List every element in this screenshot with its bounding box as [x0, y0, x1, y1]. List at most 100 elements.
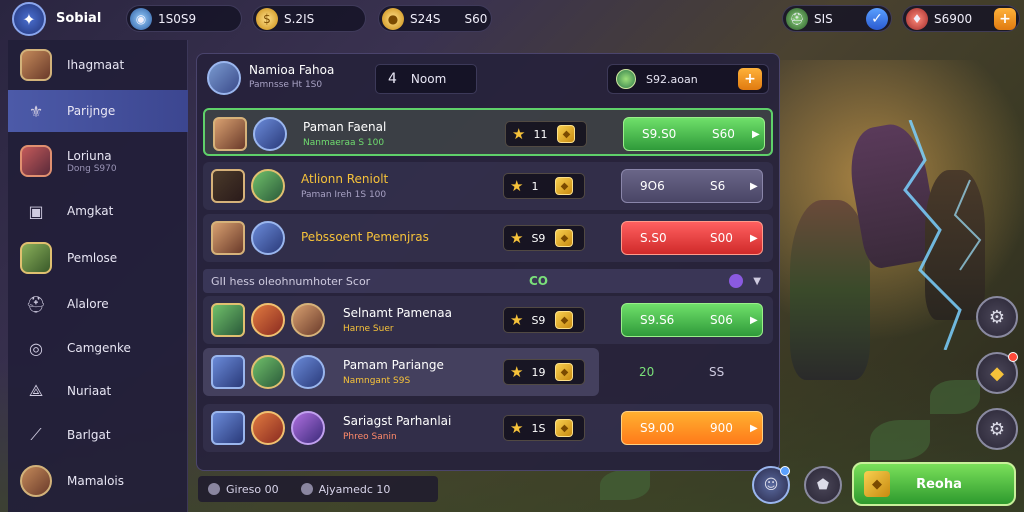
arrow-right-icon: ▶ [752, 128, 760, 140]
star-count: 1 [531, 179, 539, 193]
sidebar-item-mamalois[interactable]: Mamalois [8, 460, 188, 502]
main-panel: Namioa Fahoa Pamnsse Ht 1S0 4 Noom S92.a… [196, 53, 780, 471]
ruby-counter[interactable]: ♦ S6900 + [902, 5, 1020, 32]
ruby-icon: ♦ [906, 7, 928, 30]
buy-button[interactable]: S9.S0 S60 ▶ [623, 117, 765, 151]
sidebar-item-parijnge[interactable]: ⚜ Parijnge [8, 90, 188, 132]
section-count: CO [529, 274, 549, 288]
profile-button[interactable]: ☺ [752, 466, 790, 504]
hero-portrait-icon: ☺ [763, 477, 779, 493]
add-gem-button[interactable]: + [738, 68, 762, 90]
sidebar-item-loriuna[interactable]: Loriuna Dong S970 [8, 140, 188, 182]
shield-button[interactable]: ⬟ [804, 466, 842, 504]
chest-icon: ▣ [28, 201, 44, 221]
buy-button[interactable]: 9O6 S6 ▶ [621, 169, 763, 203]
hero-group [211, 411, 325, 445]
panel-title: Namioa Fahoa [249, 63, 335, 77]
team-row[interactable]: Pebssoent Pemenjras ★ S9 ◆ S.S0 S00 ▶ [203, 214, 773, 262]
row-subtitle: Phreo Sanin [343, 432, 397, 442]
sidebar-item-label: Alalore [67, 297, 109, 311]
gold-badge-icon: ◆ [555, 311, 574, 329]
helmet-counter[interactable]: ⛑ SIS ✓ [782, 5, 892, 32]
add-helmet-button[interactable]: ✓ [866, 8, 888, 30]
sidebar-item-amgkat[interactable]: ▣ Amgkat [8, 190, 188, 232]
price-primary: 20 [639, 365, 655, 379]
team-row[interactable]: Pamam Pariange Namngant S9S ★ 19 ◆ [203, 348, 599, 396]
row-subtitle: Nanmaeraa S 100 [303, 138, 385, 148]
gold-badge-icon: ◆ [555, 363, 574, 381]
star-icon: ★ [510, 177, 524, 195]
swirl-icon: ◎ [29, 338, 43, 358]
rewards-button[interactable]: ◆ [976, 352, 1018, 394]
star-icon: ★ [510, 419, 524, 437]
arrow-right-icon: ▶ [750, 232, 758, 244]
sidebar-item-label: Pemlose [67, 251, 118, 265]
hero-portrait-icon [211, 221, 245, 255]
price-primary: S9.S0 [642, 127, 677, 141]
hero-group [211, 221, 285, 255]
sidebar-item-label: Nuriaat [67, 384, 112, 398]
game-logo-icon[interactable]: ✦ [12, 2, 46, 36]
buy-button[interactable]: S.S0 S00 ▶ [621, 221, 763, 255]
gold-counter[interactable]: ● S24S S60 [378, 5, 492, 32]
row-title: Atlionn Reniolt [301, 172, 389, 186]
price-primary: 9O6 [640, 179, 665, 193]
hero-group [211, 303, 325, 337]
section-title: GII hess oleohnumhoter Scor [211, 274, 371, 288]
notification-badge [780, 466, 790, 476]
sidebar-item-label: Loriuna [67, 148, 112, 163]
price-primary: S9.S6 [640, 313, 675, 327]
energy-icon: ◉ [130, 7, 152, 30]
row-subtitle: Harne Suer [343, 324, 394, 334]
sidebar-item-ihagmaat[interactable]: Ihagmaat [8, 44, 188, 86]
add-ruby-button[interactable]: + [994, 8, 1016, 30]
sidebar-item-nuriaat[interactable]: ⟁ Nuriaat [8, 370, 188, 412]
leaf-decoration [600, 470, 650, 500]
room-selector[interactable]: 4 Noom [375, 64, 477, 94]
sidebar-item-alalore[interactable]: ⛑ Alalore [8, 283, 188, 325]
swirl-icon [729, 274, 743, 288]
gold-icon: ● [382, 7, 404, 30]
coin-counter[interactable]: $ S.2IS [252, 5, 366, 32]
start-button[interactable]: ◆ Reoha [852, 462, 1016, 506]
ruby-value: S6900 [934, 11, 973, 26]
price-secondary: 900 [710, 421, 733, 435]
chevron-down-icon[interactable]: ▼ [753, 276, 761, 287]
hero-portrait-icon [211, 169, 245, 203]
notification-badge [1008, 352, 1018, 362]
player-avatar[interactable] [207, 61, 241, 95]
section-header[interactable]: GII hess oleohnumhoter Scor CO ▼ [203, 269, 773, 293]
options-button[interactable]: ⚙ [976, 408, 1018, 450]
hero-portrait-icon [211, 355, 245, 389]
star-rating: ★ 19 ◆ [503, 359, 585, 385]
start-button-label: Reoha [916, 476, 962, 492]
team-row[interactable]: Atlionn Reniolt Paman Ireh 1S 100 ★ 1 ◆ … [203, 162, 773, 210]
helmet-value: SIS [814, 11, 833, 26]
row-title: Pamam Pariange [343, 358, 444, 372]
settings-button[interactable]: ⚙ [976, 296, 1018, 338]
energy-counter[interactable]: ◉ 1S0S9 [126, 5, 242, 32]
coin-value: S.2IS [284, 11, 315, 26]
sidebar-item-camgenke[interactable]: ◎ Camgenke [8, 327, 188, 369]
top-bar: ✦ Sobial ◉ 1S0S9 $ S.2IS ● S24S S60 ⛑ SI… [0, 0, 1024, 38]
team-row[interactable]: Selnamt Pamenaa Harne Suer ★ S9 ◆ S9.S6 … [203, 296, 773, 344]
price-display: 20 SS [621, 355, 763, 389]
star-rating: ★ 1S ◆ [503, 415, 585, 441]
row-title: Pebssoent Pemenjras [301, 230, 429, 244]
sidebar-item-barlgat[interactable]: ⟋ Barlgat [8, 414, 188, 456]
hero-portrait-icon [211, 411, 245, 445]
gem-counter[interactable]: S92.aoan + [607, 64, 769, 94]
buy-button[interactable]: S9.00 900 ▶ [621, 411, 763, 445]
sidebar-item-label: Ihagmaat [67, 58, 125, 72]
sidebar-item-label: Mamalois [67, 474, 125, 488]
panel-header: Namioa Fahoa Pamnsse Ht 1S0 4 Noom S92.a… [197, 54, 781, 102]
star-rating: ★ 1 ◆ [503, 173, 585, 199]
gift-icon: ◆ [990, 362, 1004, 384]
sidebar-item-pemlose[interactable]: Pemlose [8, 237, 188, 279]
buy-button[interactable]: S9.S6 S06 ▶ [621, 303, 763, 337]
leaf-decoration [870, 420, 930, 460]
team-row[interactable]: Sariagst Parhanlai Phreo Sanin ★ 1S ◆ S9… [203, 404, 773, 452]
row-subtitle: Paman Ireh 1S 100 [301, 190, 387, 200]
leaf-decoration [930, 380, 980, 414]
team-row[interactable]: Paman Faenal Nanmaeraa S 100 ★ 11 ◆ S9.S… [203, 108, 773, 156]
